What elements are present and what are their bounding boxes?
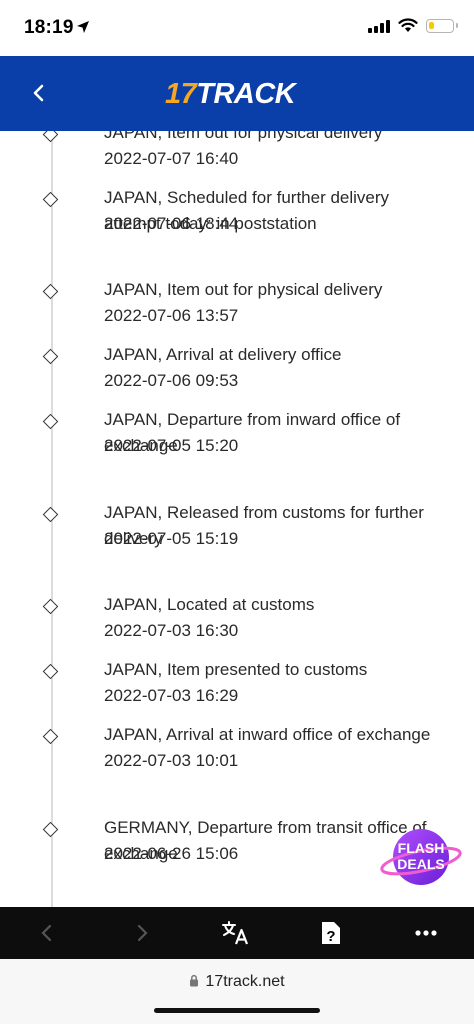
event-description: JAPAN, Item out for physical delivery [104, 280, 383, 299]
event-timestamp: 2022-06-26 15:06 [104, 844, 239, 863]
event-description: JAPAN, Located at customs [104, 595, 315, 614]
browser-forward-button[interactable] [127, 919, 157, 947]
cellular-signal-icon [368, 19, 390, 33]
translate-button[interactable] [221, 919, 251, 947]
event-timestamp: 2022-07-07 16:40 [104, 149, 239, 168]
browser-back-button[interactable] [32, 919, 62, 947]
diamond-marker-icon [42, 413, 59, 430]
event-timestamp: 2022-07-06 18:44 [104, 214, 239, 233]
flash-line2: DEALS [397, 856, 444, 872]
event-timestamp: 2022-07-03 10:01 [104, 751, 239, 770]
home-indicator [154, 1008, 320, 1013]
more-button[interactable] [411, 919, 441, 947]
event-timestamp: 2022-07-03 16:29 [104, 686, 239, 705]
status-indicators [368, 18, 458, 33]
logo: 17TRACK [165, 78, 296, 111]
logo-number: 17 [165, 78, 197, 110]
event-description: JAPAN, Item presented to customs [104, 660, 368, 679]
url-text: 17track.net [205, 973, 285, 990]
chevron-right-icon [137, 924, 148, 942]
url-bar[interactable]: 17track.net [0, 959, 474, 1024]
event-timestamp: 2022-07-03 16:30 [104, 621, 239, 640]
chevron-left-icon [33, 84, 44, 102]
diamond-marker-icon [42, 131, 59, 143]
url-display[interactable]: 17track.net [0, 973, 474, 991]
flash-deals-badge[interactable]: FLASH DEALS [380, 821, 462, 893]
diamond-marker-icon [42, 348, 59, 365]
diamond-marker-icon [42, 663, 59, 680]
event-description: JAPAN, Arrival at delivery office [104, 345, 342, 364]
more-dots-icon [415, 930, 437, 936]
diamond-marker-icon [42, 821, 59, 838]
event-timestamp: 2022-07-06 09:53 [104, 371, 239, 390]
diamond-marker-icon [42, 191, 59, 208]
event-description: JAPAN, Arrival at inward office of excha… [104, 725, 431, 744]
event-description: JAPAN, Item out for physical delivery [104, 131, 383, 142]
question-icon: ? [322, 922, 340, 945]
chevron-left-icon [41, 924, 52, 942]
diamond-marker-icon [42, 506, 59, 523]
location-arrow-icon [77, 21, 89, 33]
status-time: 18:19 [24, 17, 74, 38]
diamond-marker-icon [42, 728, 59, 745]
lock-icon [190, 974, 199, 987]
svg-text:?: ? [326, 928, 335, 945]
translate-icon [222, 921, 249, 945]
help-button[interactable]: ? [316, 919, 346, 947]
status-bar: 18:19 [0, 0, 474, 56]
wifi-icon [398, 18, 418, 32]
flash-line1: FLASH [398, 840, 445, 856]
diamond-marker-icon [42, 283, 59, 300]
event-timestamp: 2022-07-05 15:20 [104, 436, 239, 455]
browser-toolbar: ? [0, 907, 474, 959]
diamond-marker-icon [42, 598, 59, 615]
logo-word: TRACK [196, 78, 296, 110]
tracking-timeline[interactable]: JAPAN, Item out for physical delivery 202… [0, 131, 474, 907]
battery-icon [426, 18, 458, 33]
back-button[interactable] [24, 78, 54, 108]
event-timestamp: 2022-07-06 13:57 [104, 306, 239, 325]
event-timestamp: 2022-07-05 15:19 [104, 529, 239, 548]
app-header: 17TRACK [0, 56, 474, 131]
